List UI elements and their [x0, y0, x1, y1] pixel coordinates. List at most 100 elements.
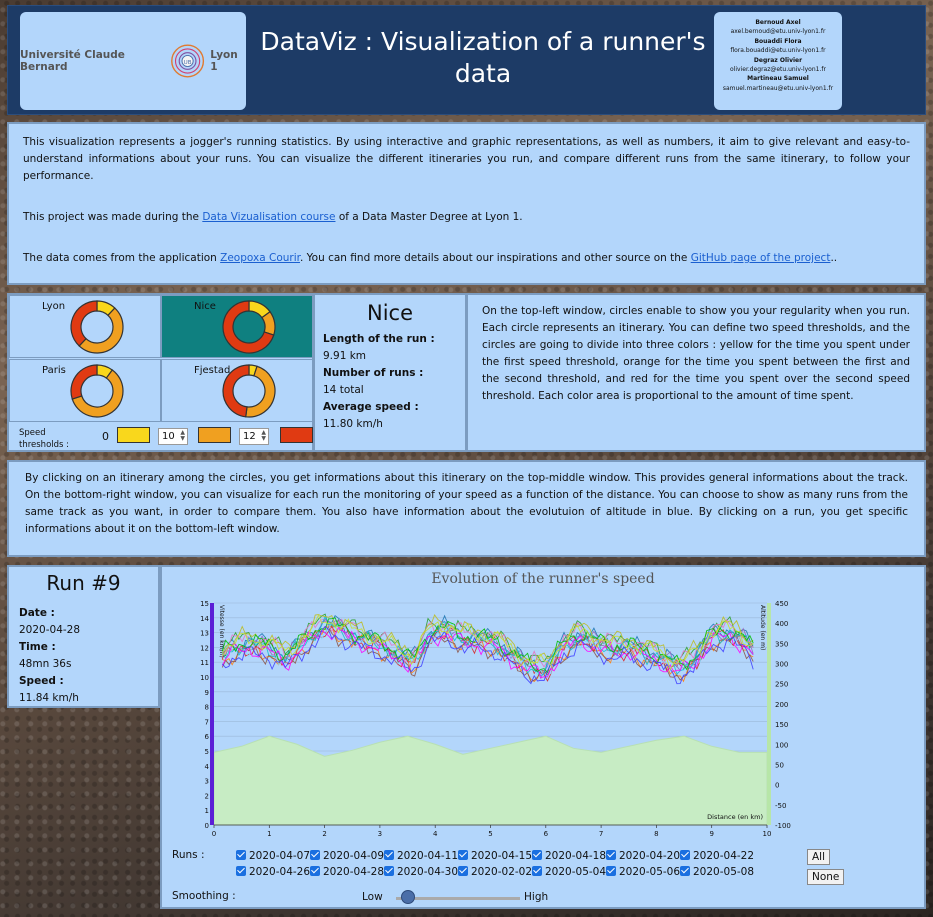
run-checkbox-label: 2020-04-20 [619, 850, 681, 862]
run-info-panel: Run #9 Date : 2020-04-28 Time : 48mn 36s… [7, 565, 160, 708]
donut-chart[interactable] [68, 298, 126, 356]
y2-tick-label: 300 [775, 661, 788, 669]
threshold2-input[interactable]: 12 ▲ ▼ [239, 428, 269, 445]
orange-swatch [198, 427, 231, 443]
checkbox-checked-icon[interactable] [458, 866, 468, 876]
smoothing-slider-thumb[interactable] [401, 890, 416, 904]
y-tick-label: 8 [205, 704, 209, 712]
smoothing-label: Smoothing : [172, 890, 236, 902]
donut-chart[interactable] [220, 362, 278, 420]
checkbox-checked-icon[interactable] [310, 850, 320, 860]
run-title: Run #9 [46, 571, 121, 595]
checkbox-checked-icon[interactable] [384, 850, 394, 860]
select-none-button[interactable]: None [807, 869, 845, 885]
series-line-2020-04-28[interactable] [221, 614, 754, 677]
run-checkbox-label: 2020-04-22 [693, 850, 755, 862]
intro-panel: This visualization represents a jogger's… [7, 122, 926, 285]
run-checkbox[interactable]: 2020-04-15 [458, 848, 532, 864]
itinerary-circles-panel: Lyon Nice Paris Fjestad Speed thresholds… [7, 293, 314, 452]
run-checkbox[interactable]: 2020-04-30 [384, 864, 458, 880]
text: .. [830, 252, 838, 264]
checkbox-checked-icon[interactable] [310, 866, 320, 876]
checkbox-checked-icon[interactable] [680, 850, 690, 860]
checkbox-checked-icon[interactable] [606, 866, 616, 876]
itinerary-cell-paris[interactable]: Paris [9, 359, 161, 422]
x-tick-label: 7 [599, 830, 603, 838]
run-checkbox[interactable]: 2020-05-04 [532, 864, 606, 880]
itinerary-cell-fjestad[interactable]: Fjestad [161, 359, 313, 422]
x-tick-label: 10 [763, 830, 772, 838]
run-checkbox[interactable]: 2020-04-07 [236, 848, 310, 864]
checkbox-checked-icon[interactable] [532, 866, 542, 876]
run-checkbox[interactable]: 2020-05-06 [606, 864, 680, 880]
donut-chart[interactable] [220, 298, 278, 356]
donut-slice-red [222, 364, 250, 418]
checkbox-checked-icon[interactable] [236, 850, 246, 860]
checkbox-checked-icon[interactable] [532, 850, 542, 860]
itinerary-label: Nice [194, 301, 216, 312]
course-link[interactable]: Data Vizualisation course [202, 211, 335, 223]
intro-paragraph-source: The data comes from the application Zeop… [23, 250, 910, 267]
speed-chart[interactable]: 01234567891011121314150 1 2 3 4 5 6 7 8 9 10-100-5… [162, 595, 924, 845]
threshold1-value: 10 [162, 431, 175, 442]
y2-tick-label: 250 [775, 681, 788, 689]
run-checkbox-label: 2020-04-15 [471, 850, 533, 862]
run-checkbox[interactable]: 2020-04-28 [310, 864, 384, 880]
run-checkbox-label: 2020-04-30 [397, 866, 459, 878]
checkbox-checked-icon[interactable] [458, 850, 468, 860]
runs-label: Runs : [172, 849, 205, 861]
run-checkbox[interactable]: 2020-02-02 [458, 864, 532, 880]
x-tick-label: 2 [322, 830, 326, 838]
y2-tick-label: 450 [775, 600, 788, 608]
checkbox-checked-icon[interactable] [236, 866, 246, 876]
time-label: Time : [19, 641, 56, 653]
itinerary-title: Nice [366, 301, 413, 325]
text: The data comes from the application [23, 252, 221, 264]
run-checkbox-label: 2020-05-04 [545, 866, 607, 878]
time-value: 48mn 36s [19, 658, 72, 670]
spinner-icon[interactable]: ▲ ▼ [180, 430, 185, 442]
y2-axis-bar [767, 603, 771, 825]
y-tick-label: 7 [205, 718, 209, 726]
author-email: olivier.degraz@etu.univ-lyon1.fr [730, 66, 826, 74]
authors-box: Bernoud Axel axel.bernoud@etu.univ-lyon1… [714, 12, 842, 110]
checkbox-checked-icon[interactable] [384, 866, 394, 876]
run-checkbox-label: 2020-05-06 [619, 866, 681, 878]
y2-tick-label: 350 [775, 640, 788, 648]
checkbox-checked-icon[interactable] [606, 850, 616, 860]
itinerary-cell-nice[interactable]: Nice [161, 295, 313, 358]
run-checkbox[interactable]: 2020-05-08 [680, 864, 754, 880]
author-name: Martineau Samuel [747, 75, 809, 83]
chart-title: Evolution of the runner's speed [431, 571, 655, 587]
y-tick-label: 5 [205, 748, 209, 756]
run-checkbox-label: 2020-04-09 [323, 850, 385, 862]
y-axis-bar [210, 603, 214, 825]
text: This project was made during the [23, 211, 203, 223]
run-checkbox[interactable]: 2020-04-22 [680, 848, 754, 864]
y2-tick-label: 400 [775, 620, 788, 628]
run-checkbox[interactable]: 2020-04-26 [236, 864, 310, 880]
university-emblem-icon: UB [171, 44, 205, 78]
run-checkbox-label: 2020-05-08 [693, 866, 755, 878]
select-all-button[interactable]: All [807, 849, 831, 865]
zeopoxa-link[interactable]: Zeopoxa Courir [220, 252, 300, 264]
run-checkbox[interactable]: 2020-04-18 [532, 848, 606, 864]
run-checkbox[interactable]: 2020-04-11 [384, 848, 458, 864]
speed-thresholds: Speed thresholds : 0 10 ▲ ▼ 12 ▲ ▼ [9, 425, 314, 451]
y-tick-label: 1 [205, 807, 209, 815]
checkbox-checked-icon[interactable] [680, 866, 690, 876]
itinerary-cell-lyon[interactable]: Lyon [9, 295, 161, 358]
speed-label: Speed : [19, 675, 64, 687]
runs-checkbox-list: 2020-04-07 2020-04-09 2020-04-11 2020-04-15… [236, 848, 796, 880]
x-tick-label: 6 [544, 830, 549, 838]
runs-count-label: Number of runs : [323, 367, 424, 379]
length-value: 9.91 km [323, 350, 367, 362]
spinner-icon[interactable]: ▲ ▼ [261, 430, 266, 442]
run-checkbox[interactable]: 2020-04-20 [606, 848, 680, 864]
y2-tick-label: 50 [775, 761, 784, 769]
threshold1-input[interactable]: 10 ▲ ▼ [158, 428, 188, 445]
run-checkbox[interactable]: 2020-04-09 [310, 848, 384, 864]
run-checkbox-label: 2020-04-07 [249, 850, 311, 862]
github-link[interactable]: GitHub page of the project [691, 252, 831, 264]
donut-chart[interactable] [68, 362, 126, 420]
